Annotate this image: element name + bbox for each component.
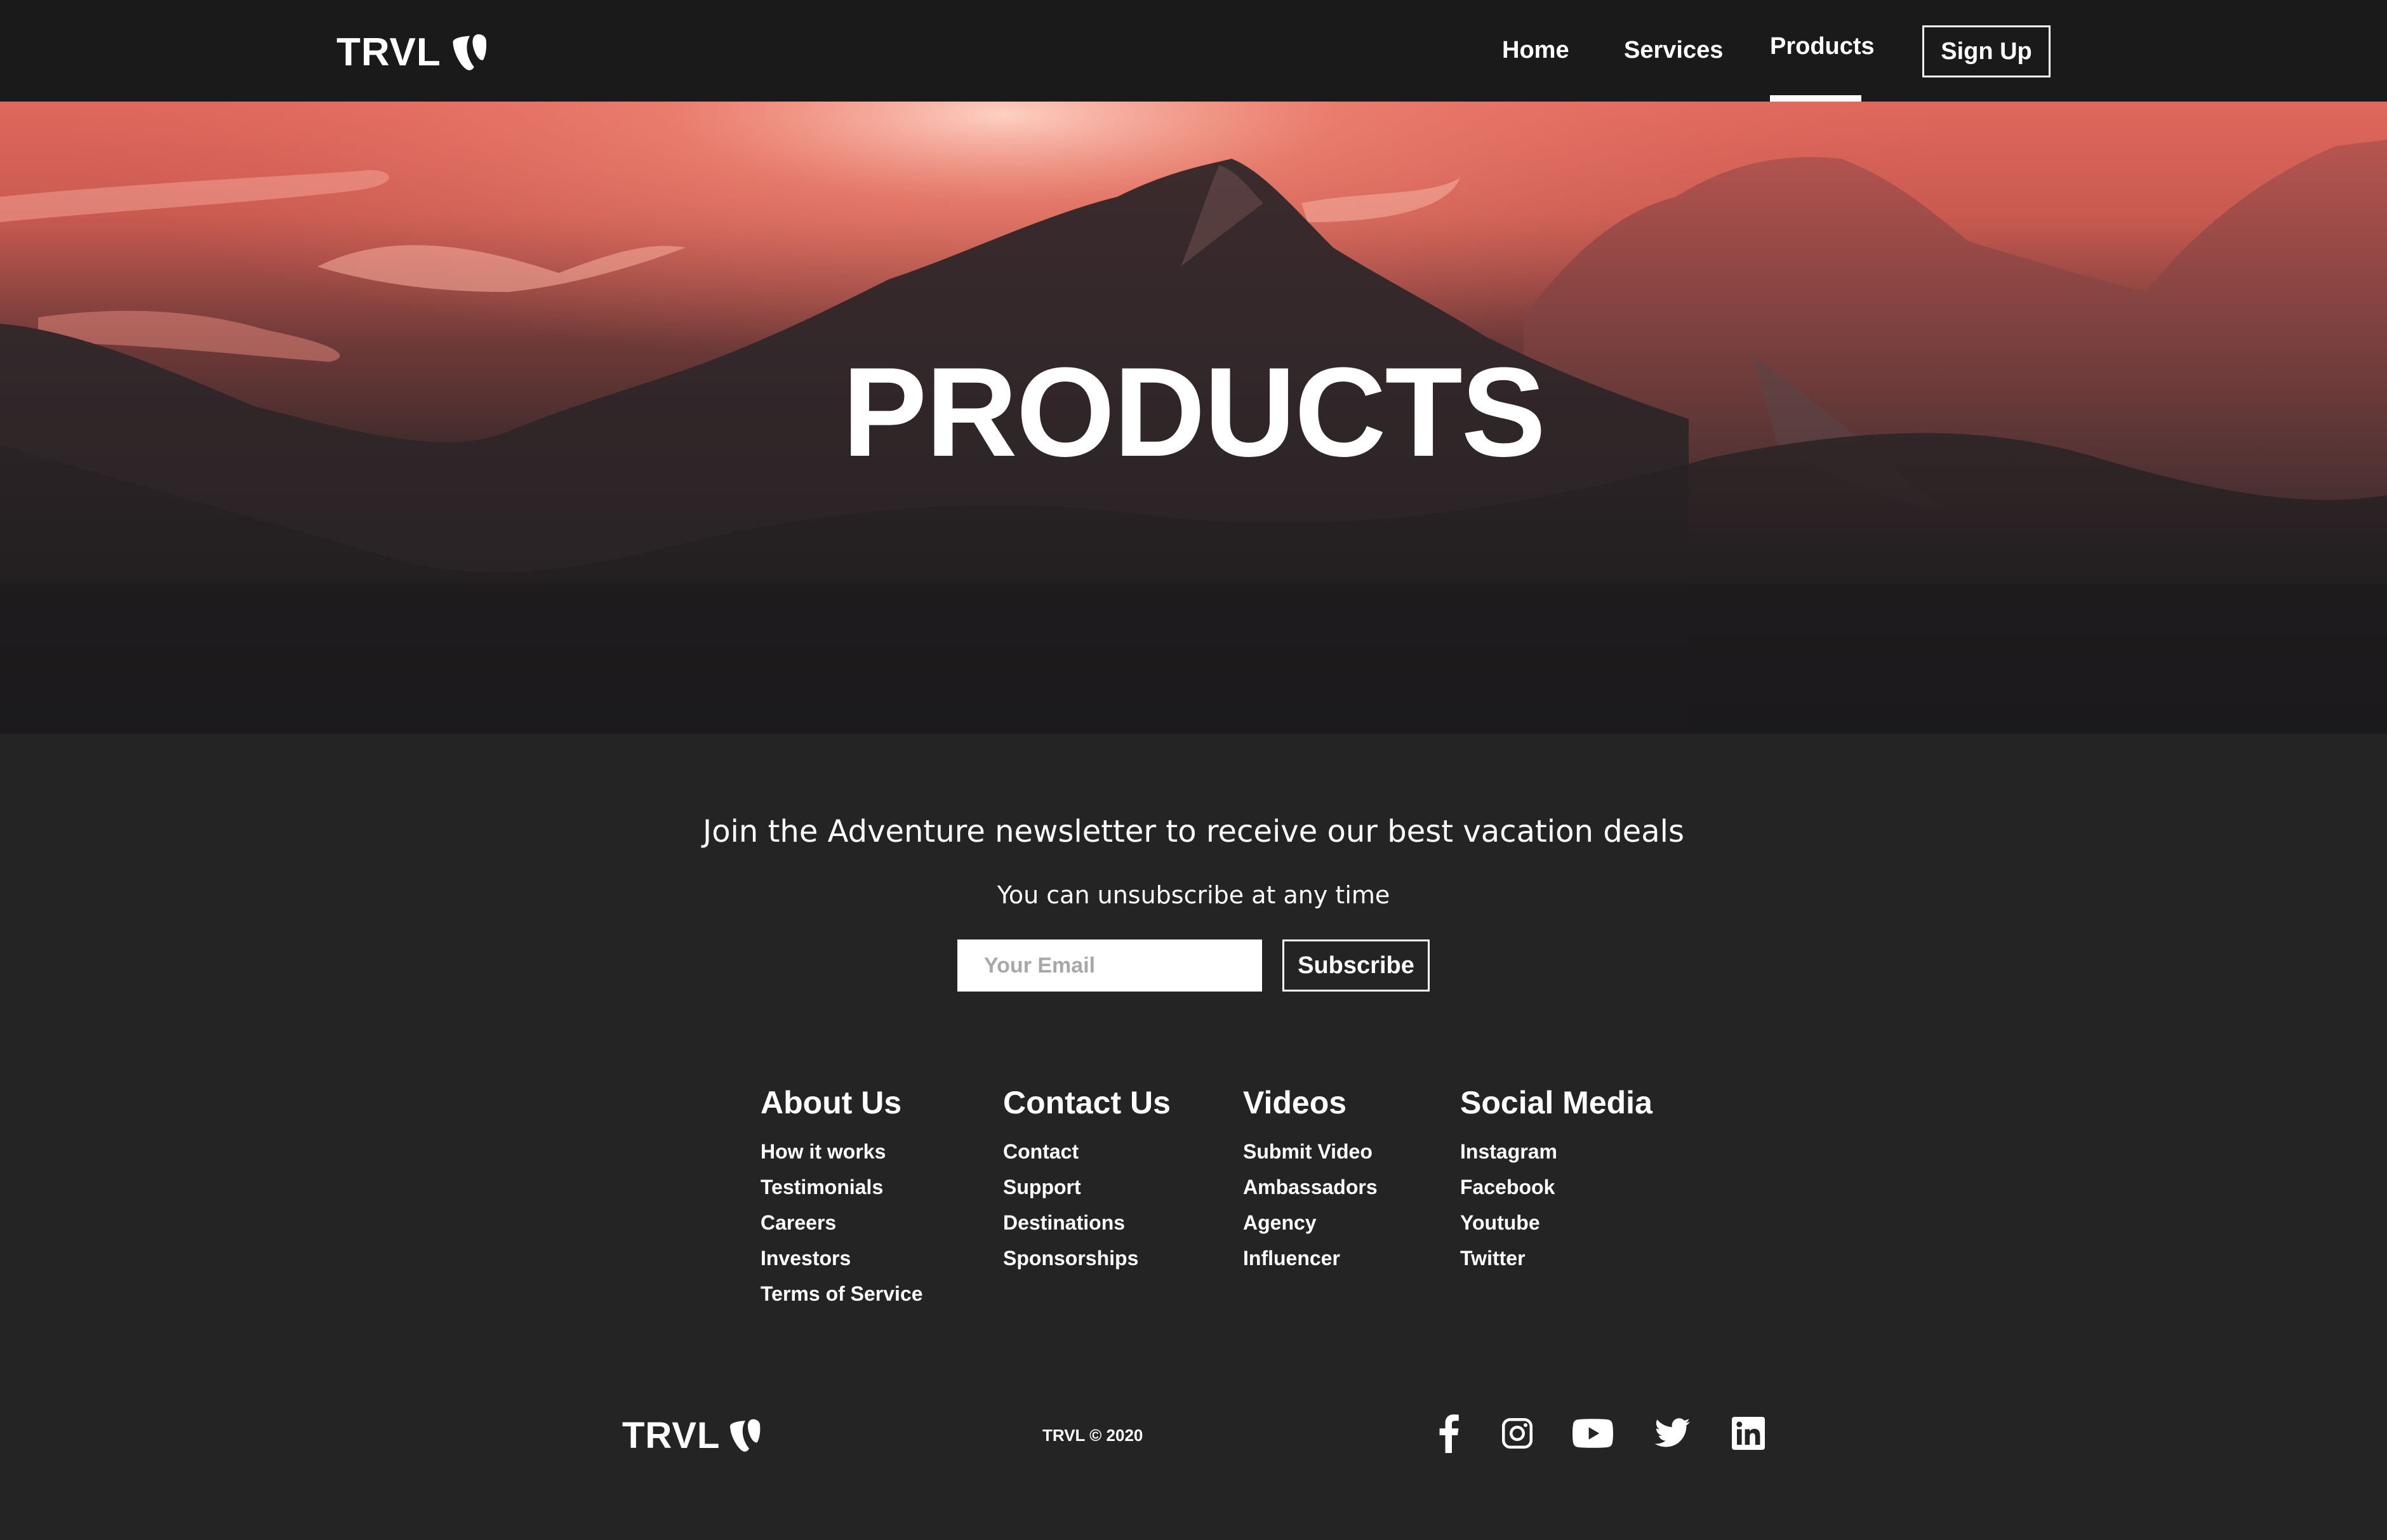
footer-column-contact-us: Contact Us Contact Support Destinations … <box>1003 1084 1171 1276</box>
footer-link-support[interactable]: Support <box>1003 1169 1171 1205</box>
youtube-icon[interactable] <box>1572 1413 1614 1454</box>
footer-link-contact[interactable]: Contact <box>1003 1134 1171 1169</box>
active-nav-indicator <box>1770 95 1861 102</box>
footer-brand-logo[interactable]: TRVL <box>622 1411 761 1460</box>
footer-link-instagram[interactable]: Instagram <box>1460 1134 1652 1169</box>
newsletter-heading: Join the Adventure newsletter to receive… <box>703 814 1684 849</box>
footer-column-title: About Us <box>761 1085 902 1120</box>
footer-link-agency[interactable]: Agency <box>1243 1205 1378 1240</box>
footer-column-title: Social Media <box>1460 1085 1652 1120</box>
newsletter-subheading: You can unsubscribe at any time <box>997 881 1390 909</box>
nav-link-services[interactable]: Services <box>1624 37 1723 64</box>
footer-link-facebook[interactable]: Facebook <box>1460 1169 1652 1205</box>
footer-link-careers[interactable]: Careers <box>761 1205 923 1240</box>
hero-banner: PRODUCTS <box>0 102 2387 734</box>
footer-link-destinations[interactable]: Destinations <box>1003 1205 1171 1240</box>
linkedin-icon[interactable] <box>1731 1413 1766 1454</box>
footer-brand-logo-text: TRVL <box>622 1414 721 1456</box>
page-title: PRODUCTS <box>842 342 1546 483</box>
footer-link-terms-of-service[interactable]: Terms of Service <box>761 1276 923 1311</box>
footer-link-ambassadors[interactable]: Ambassadors <box>1243 1169 1378 1205</box>
footer-link-how-it-works[interactable]: How it works <box>761 1134 923 1169</box>
nav-link-products[interactable]: Products <box>1770 33 1875 60</box>
facebook-icon[interactable] <box>1436 1413 1461 1454</box>
subscribe-button[interactable]: Subscribe <box>1282 939 1430 992</box>
footer-column-videos: Videos Submit Video Ambassadors Agency I… <box>1243 1084 1378 1276</box>
footer-link-submit-video[interactable]: Submit Video <box>1243 1134 1378 1169</box>
nav-link-home[interactable]: Home <box>1502 37 1569 64</box>
footer-link-sponsorships[interactable]: Sponsorships <box>1003 1240 1171 1276</box>
copyright-text: TRVL © 2020 <box>1042 1426 1143 1445</box>
footer-column-title: Videos <box>1243 1085 1347 1120</box>
navbar: TRVL Home Services Products Sign Up <box>0 0 2387 102</box>
footer-column-about-us: About Us How it works Testimonials Caree… <box>761 1084 923 1311</box>
footer-column-title: Contact Us <box>1003 1085 1171 1120</box>
footer-link-youtube[interactable]: Youtube <box>1460 1205 1652 1240</box>
footer-link-testimonials[interactable]: Testimonials <box>761 1169 923 1205</box>
footer-column-social-media: Social Media Instagram Facebook Youtube … <box>1460 1084 1652 1276</box>
signup-button[interactable]: Sign Up <box>1922 25 2051 77</box>
instagram-icon[interactable] <box>1499 1413 1535 1454</box>
footer-link-investors[interactable]: Investors <box>761 1240 923 1276</box>
email-input[interactable] <box>957 939 1262 992</box>
twitter-icon[interactable] <box>1653 1413 1691 1454</box>
footer-link-twitter[interactable]: Twitter <box>1460 1240 1652 1276</box>
typo3-logo-icon <box>730 1419 761 1452</box>
footer-link-influencer[interactable]: Influencer <box>1243 1240 1378 1276</box>
